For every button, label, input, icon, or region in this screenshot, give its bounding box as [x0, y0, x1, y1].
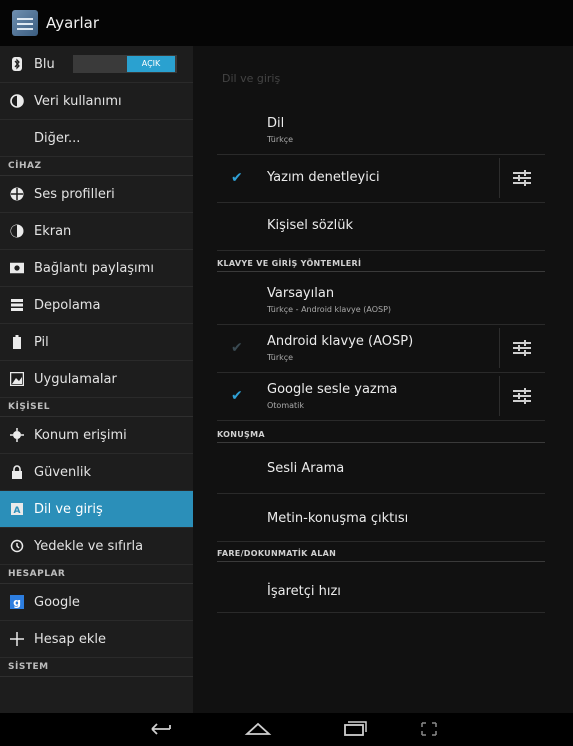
sidebar-item-label: Veri kullanımı — [34, 93, 122, 109]
sidebar-item-data-usage[interactable]: Veri kullanımı — [0, 83, 193, 120]
recent-apps-icon[interactable] — [339, 719, 379, 741]
sidebar-item-display[interactable]: Ekran — [0, 213, 193, 250]
sidebar-item-battery[interactable]: Pil — [0, 324, 193, 361]
sidebar-item-label: Ses profilleri — [34, 186, 115, 202]
setting-value: Türkçe - Android klavye (AOSP) — [267, 305, 392, 314]
location-icon — [10, 428, 24, 442]
sidebar-item-language-input[interactable]: A Dil ve giriş — [0, 491, 193, 528]
lock-icon — [10, 465, 24, 479]
storage-icon — [10, 298, 24, 312]
home-icon[interactable] — [243, 719, 283, 741]
setting-value: Otomatik — [267, 401, 305, 410]
setting-value: Türkçe — [267, 135, 294, 144]
section-header-personal: KİŞİSEL — [0, 398, 193, 417]
sidebar-item-sound-profiles[interactable]: Ses profilleri — [0, 176, 193, 213]
sidebar-item-more[interactable]: Diğer... — [0, 120, 193, 157]
toggle-state: AÇIK — [127, 56, 175, 72]
setting-google-voice-typing[interactable]: ✔ Google sesle yazma Otomatik — [217, 372, 545, 421]
bluetooth-toggle[interactable]: AÇIK — [73, 55, 177, 73]
sidebar-item-label: Güvenlik — [34, 464, 91, 480]
sidebar-item-label: Yedekle ve sıfırla — [34, 538, 144, 554]
system-navigation-bar — [0, 713, 573, 746]
sidebar-item-label: Blu — [34, 56, 55, 72]
divider — [499, 328, 500, 368]
google-voice-checkbox[interactable]: ✔ — [231, 389, 245, 403]
sound-profiles-icon — [10, 187, 24, 201]
tethering-icon — [10, 261, 24, 275]
sidebar-item-storage[interactable]: Depolama — [0, 287, 193, 324]
apps-icon — [10, 372, 24, 386]
sidebar-item-label: Pil — [34, 334, 49, 350]
setting-spell-checker[interactable]: ✔ Yazım denetleyici — [217, 154, 545, 203]
screenshot-icon[interactable] — [414, 719, 454, 741]
spell-checker-checkbox[interactable]: ✔ — [231, 171, 245, 185]
setting-tts-output[interactable]: Metin-konuşma çıktısı — [217, 493, 545, 542]
setting-language[interactable]: Dil Türkçe — [217, 104, 545, 155]
category-header-speech: KONUŞMA — [217, 430, 545, 443]
sidebar-item-google[interactable]: g Google — [0, 584, 193, 621]
settings-icon[interactable] — [12, 10, 38, 36]
setting-label: Metin-konuşma çıktısı — [267, 511, 409, 526]
category-header-mouse: FARE/DOKUNMATİK ALAN — [217, 549, 545, 562]
setting-label: Yazım denetleyici — [267, 170, 380, 185]
sidebar-item-location[interactable]: Konum erişimi — [0, 417, 193, 454]
google-icon: g — [10, 595, 24, 609]
settings-sliders-icon[interactable] — [513, 340, 531, 356]
setting-label: Google sesle yazma — [267, 382, 398, 397]
setting-value: Türkçe — [267, 353, 294, 362]
sidebar-item-label: Depolama — [34, 297, 101, 313]
backup-reset-icon — [10, 539, 24, 553]
setting-default-keyboard[interactable]: Varsayılan Türkçe - Android klavye (AOSP… — [217, 274, 545, 325]
sidebar-item-label: Bağlantı paylaşımı — [34, 260, 154, 276]
data-usage-icon — [10, 94, 24, 108]
settings-sliders-icon[interactable] — [513, 170, 531, 186]
settings-sliders-icon[interactable] — [513, 388, 531, 404]
section-header-device: CİHAZ — [0, 157, 193, 176]
divider — [499, 376, 500, 416]
sidebar: Blu AÇIK Veri kullanımı Diğer... CİHAZ S… — [0, 46, 193, 713]
action-bar: Ayarlar — [0, 0, 573, 46]
setting-voice-search[interactable]: Sesli Arama — [217, 445, 545, 494]
page-title: Ayarlar — [46, 14, 100, 32]
sidebar-item-label: Dil ve giriş — [34, 501, 103, 517]
category-header-keyboard: KLAVYE VE GİRİŞ YÖNTEMLERİ — [217, 259, 545, 272]
sidebar-item-label: Hesap ekle — [34, 631, 107, 647]
setting-label: İşaretçi hızı — [267, 584, 341, 599]
battery-icon — [10, 335, 24, 349]
setting-label: Sesli Arama — [267, 461, 345, 476]
svg-text:g: g — [13, 596, 21, 609]
back-icon[interactable] — [146, 719, 186, 741]
sidebar-item-label: Uygulamalar — [34, 371, 117, 387]
svg-text:A: A — [14, 506, 21, 515]
setting-label: Android klavye (AOSP) — [267, 334, 414, 349]
section-header-accounts: HESAPLAR — [0, 565, 193, 584]
sidebar-item-bluetooth[interactable]: Blu AÇIK — [0, 46, 193, 83]
section-header-system: SİSTEM — [0, 658, 193, 677]
add-icon — [10, 632, 24, 646]
sidebar-item-tethering[interactable]: Bağlantı paylaşımı — [0, 250, 193, 287]
sidebar-item-label: Diğer... — [34, 130, 81, 146]
setting-label: Varsayılan — [267, 286, 335, 301]
setting-pointer-speed[interactable]: İşaretçi hızı — [217, 564, 545, 613]
bluetooth-icon — [10, 57, 24, 71]
sidebar-item-security[interactable]: Güvenlik — [0, 454, 193, 491]
setting-android-keyboard[interactable]: ✔ Android klavye (AOSP) Türkçe — [217, 324, 545, 373]
sidebar-item-backup-reset[interactable]: Yedekle ve sıfırla — [0, 528, 193, 565]
language-input-icon: A — [10, 502, 24, 516]
setting-label: Kişisel sözlük — [267, 218, 353, 233]
setting-label: Dil — [267, 116, 285, 131]
sidebar-item-label: Google — [34, 594, 80, 610]
sidebar-item-add-account[interactable]: Hesap ekle — [0, 621, 193, 658]
sidebar-item-label: Ekran — [34, 223, 72, 239]
android-keyboard-checkbox[interactable]: ✔ — [231, 341, 245, 355]
section-title: Dil ve giriş — [222, 72, 281, 85]
divider — [499, 158, 500, 198]
settings-detail-pane: Dil ve giriş Dil Türkçe ✔ Yazım denetley… — [193, 46, 573, 713]
setting-personal-dictionary[interactable]: Kişisel sözlük — [217, 202, 545, 251]
display-icon — [10, 224, 24, 238]
sidebar-item-apps[interactable]: Uygulamalar — [0, 361, 193, 398]
sidebar-item-label: Konum erişimi — [34, 427, 127, 443]
